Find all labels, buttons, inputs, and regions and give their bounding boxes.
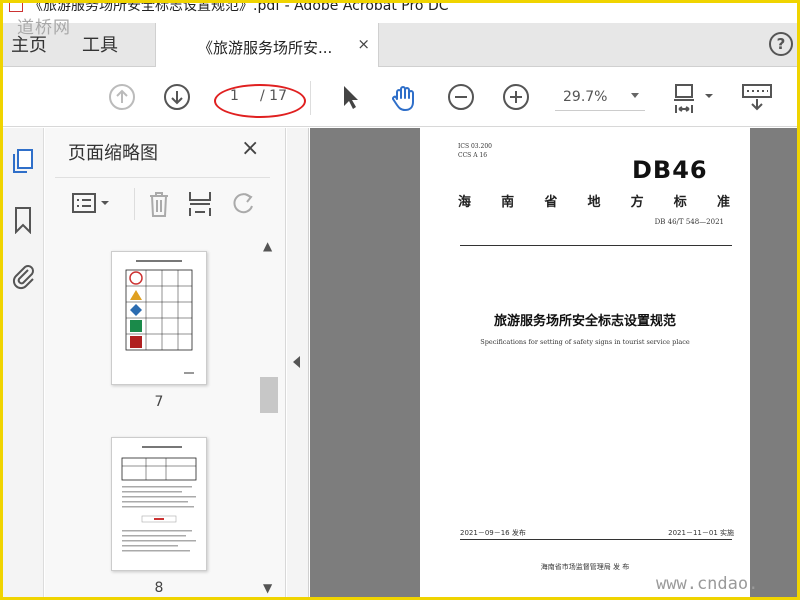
region-char: 准 [716, 195, 730, 210]
bookmark-icon[interactable] [11, 206, 35, 234]
standard-logo: DB46 [632, 156, 708, 184]
main-toolbar: 1 / 17 29.7% [3, 67, 797, 127]
region-char: 海 [458, 195, 472, 210]
region-heading: 海 南 省 地 方 标 准 [458, 191, 730, 210]
region-char: 标 [673, 195, 687, 210]
page-thumbnails-panel: 页面缩略图 × 7 8 ▲ ▼ [45, 128, 286, 597]
pdf-file-icon [9, 3, 23, 12]
rotate-page-icon[interactable] [229, 190, 257, 218]
tab-tools[interactable]: 工具 [82, 31, 118, 57]
tab-bar: 主页 工具 《旅游服务场所安... × ? [3, 23, 797, 67]
document-title-english: Specifications for setting of safety sig… [480, 338, 690, 346]
extract-page-icon[interactable] [187, 190, 213, 220]
document-viewer[interactable]: ICS 03.200 CCS A 16 DB46 海 南 省 地 方 标 准 D… [310, 128, 797, 597]
document-page: ICS 03.200 CCS A 16 DB46 海 南 省 地 方 标 准 D… [420, 128, 750, 597]
left-icon-rail [3, 128, 44, 597]
tab-document[interactable]: 《旅游服务场所安... × [155, 23, 379, 67]
thumbnail-toolbar-divider [134, 188, 135, 220]
fit-page-icon[interactable] [671, 83, 717, 117]
keyboard-tool-icon[interactable] [741, 83, 773, 113]
header-rule [460, 245, 732, 246]
region-char: 方 [630, 195, 644, 210]
region-char: 地 [587, 195, 601, 210]
chevron-left-icon [293, 356, 300, 368]
tab-close-button[interactable]: × [357, 35, 370, 53]
region-char: 省 [544, 195, 558, 210]
panel-close-button[interactable]: × [241, 136, 259, 161]
scrollbar-thumb[interactable] [260, 377, 278, 413]
collapse-panel-button[interactable] [287, 128, 309, 597]
title-bar: 《旅游服务场所安全标志设置规范》.pdf - Adobe Acrobat Pro… [3, 3, 797, 17]
page-thumbnail-7[interactable] [111, 251, 207, 385]
window-title: 《旅游服务场所安全标志设置规范》.pdf - Adobe Acrobat Pro… [29, 3, 449, 14]
toolbar-divider [310, 81, 311, 115]
page-thumbnail-8[interactable] [111, 437, 207, 571]
chevron-up-icon[interactable]: ▲ [263, 239, 272, 253]
ics-code: ICS 03.200 [458, 143, 492, 150]
previous-page-icon[interactable] [108, 83, 136, 111]
tab-document-label: 《旅游服务场所安... [198, 39, 333, 57]
red-annotation-circle [214, 84, 306, 118]
watermark-url: www.cndao. [656, 574, 759, 594]
next-page-icon[interactable] [163, 83, 191, 111]
panel-title: 页面缩略图 [68, 143, 158, 164]
standard-number: DB 46/T 548—2021 [654, 218, 724, 226]
select-cursor-icon[interactable] [339, 83, 361, 111]
delete-page-icon[interactable] [147, 190, 171, 218]
implementation-date: 2021－11－01 实施 [668, 529, 734, 537]
zoom-out-icon[interactable] [447, 83, 475, 111]
thumbnail-page-number: 7 [154, 394, 164, 410]
chevron-down-icon[interactable]: ▼ [263, 581, 272, 595]
app-window: 《旅游服务场所安全标志设置规范》.pdf - Adobe Acrobat Pro… [3, 3, 797, 597]
page-8-preview [121, 446, 197, 552]
document-title: 旅游服务场所安全标志设置规范 [493, 314, 676, 329]
zoom-level-dropdown[interactable]: 29.7% [555, 87, 645, 111]
issue-date: 2021－09－16 发布 [460, 529, 526, 537]
attachment-icon[interactable] [11, 262, 37, 290]
chevron-down-icon [631, 93, 639, 98]
region-char: 南 [501, 195, 515, 210]
thumbnail-list[interactable]: 7 8 ▲ ▼ [45, 233, 286, 597]
thumbnail-page-number: 8 [154, 580, 164, 596]
thumbnail-scrollbar[interactable]: ▲ ▼ [259, 237, 279, 595]
zoom-in-icon[interactable] [502, 83, 530, 111]
publisher: 海南省市场监督管理局 发 布 [540, 563, 630, 571]
thumbnail-toolbar [55, 177, 270, 231]
ccs-code: CCS A 16 [458, 152, 488, 159]
page-thumbnails-icon[interactable] [11, 148, 35, 174]
thumbnail-options-icon[interactable] [71, 190, 117, 218]
footer-rule [460, 539, 732, 540]
watermark-logo: 道桥网 [17, 18, 71, 38]
help-button[interactable]: ? [769, 32, 793, 56]
zoom-level-value: 29.7% [563, 89, 608, 105]
hand-tool-icon[interactable] [389, 83, 419, 113]
page-7-preview [125, 260, 194, 374]
